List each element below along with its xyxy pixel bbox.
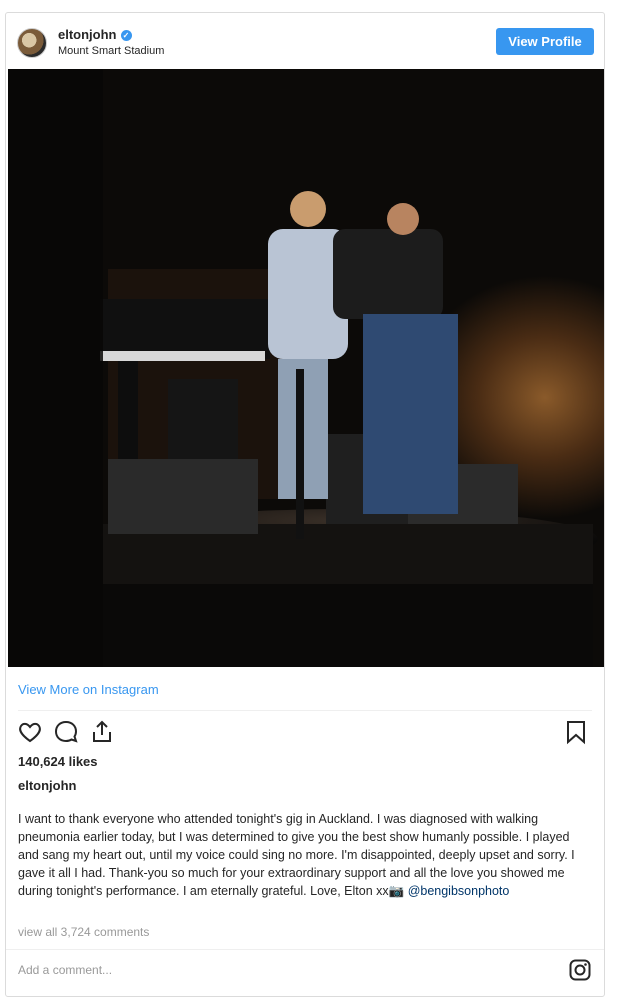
share-icon[interactable] xyxy=(88,718,116,746)
post-photo[interactable] xyxy=(8,69,604,667)
divider xyxy=(6,949,604,950)
concert-stage-photo xyxy=(8,69,604,667)
post-header: eltonjohn ✓ Mount Smart Stadium View Prof… xyxy=(6,13,604,69)
verified-badge-icon: ✓ xyxy=(120,30,132,41)
comment-icon[interactable] xyxy=(52,718,80,746)
username-link[interactable]: eltonjohn ✓ xyxy=(58,27,132,42)
post-caption: I want to thank everyone who attended to… xyxy=(18,810,583,900)
likes-count[interactable]: 140,624 likes xyxy=(18,754,98,769)
caption-username[interactable]: eltonjohn xyxy=(18,778,77,793)
bookmark-icon[interactable] xyxy=(562,718,590,746)
heart-icon[interactable] xyxy=(16,718,44,746)
username-text: eltonjohn xyxy=(58,27,117,42)
avatar[interactable] xyxy=(17,28,47,58)
add-comment-input[interactable]: Add a comment... xyxy=(18,963,112,977)
location-link[interactable]: Mount Smart Stadium xyxy=(58,45,164,57)
view-more-link[interactable]: View More on Instagram xyxy=(18,682,159,697)
view-profile-button[interactable]: View Profile xyxy=(496,28,594,55)
divider xyxy=(18,710,592,711)
view-all-comments-link[interactable]: view all 3,724 comments xyxy=(18,925,149,939)
instagram-logo-icon[interactable] xyxy=(569,959,591,981)
instagram-embed-card: eltonjohn ✓ Mount Smart Stadium View Prof… xyxy=(5,12,605,997)
mention-link[interactable]: @bengibsonphoto xyxy=(408,884,510,898)
